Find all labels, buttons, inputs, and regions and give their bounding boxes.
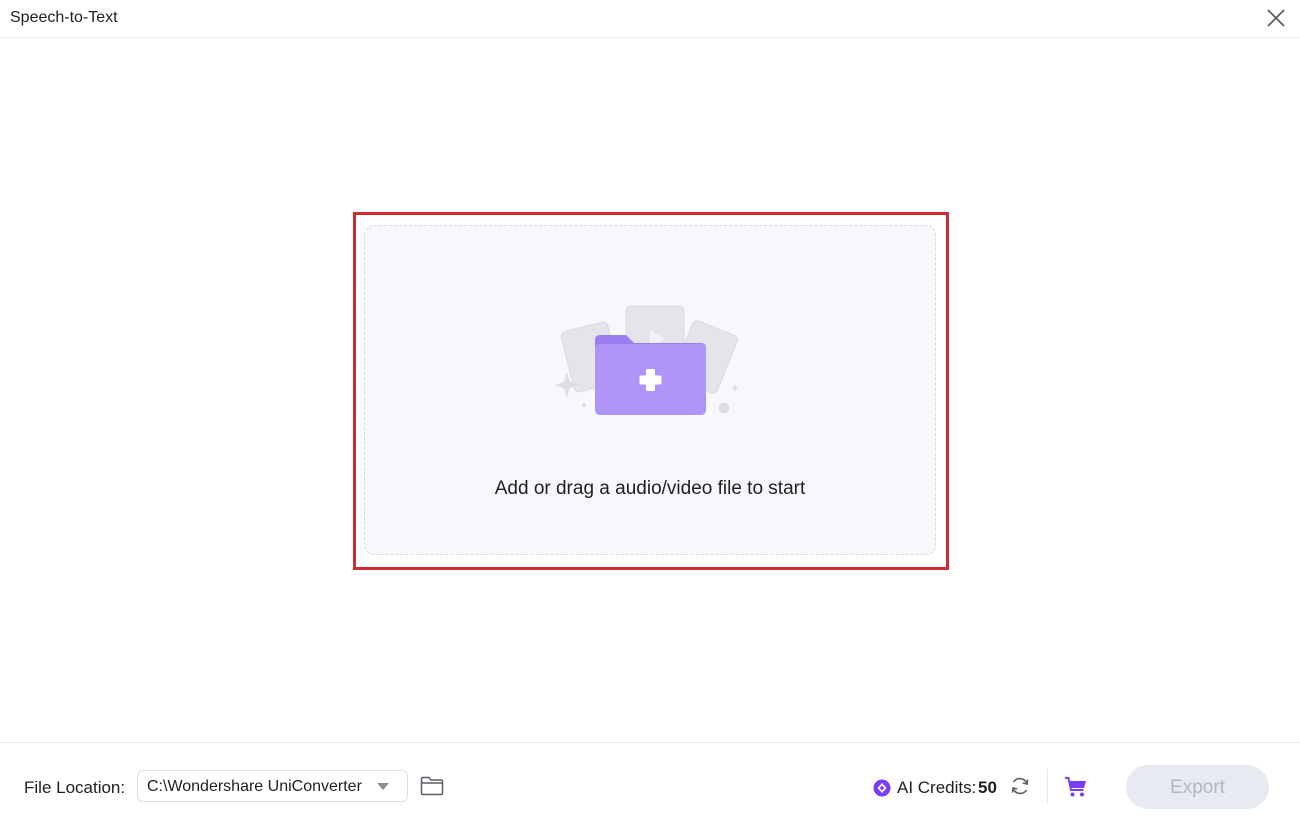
close-icon (1267, 9, 1285, 27)
chevron-down-icon (377, 783, 389, 790)
file-drop-zone[interactable]: Add or drag a audio/video file to start (364, 225, 936, 555)
window-title: Speech-to-Text (10, 9, 118, 26)
ai-credit-icon (873, 779, 891, 797)
drop-zone-instruction: Add or drag a audio/video file to start (494, 478, 806, 499)
export-button[interactable]: Export (1126, 765, 1269, 809)
refresh-credits-button[interactable] (1009, 775, 1031, 797)
divider (1047, 769, 1048, 803)
folder-icon (420, 776, 444, 796)
open-folder-button[interactable] (420, 775, 444, 797)
add-folder-icon (555, 305, 739, 415)
store-cart-button[interactable] (1064, 776, 1088, 798)
close-button[interactable] (1264, 6, 1288, 30)
ai-credits-label: AI Credits: (897, 778, 977, 797)
footer-bar: File Location: C:\Wondershare UniConvert… (0, 742, 1300, 823)
file-location-value: C:\Wondershare UniConverter (147, 778, 362, 795)
file-location-dropdown[interactable]: C:\Wondershare UniConverter (137, 770, 408, 802)
ai-credits-value: 50 (978, 778, 997, 797)
title-bar: Speech-to-Text (0, 0, 1300, 38)
file-location-label: File Location: (24, 778, 126, 797)
refresh-icon (1011, 777, 1029, 795)
cart-icon (1065, 777, 1086, 797)
